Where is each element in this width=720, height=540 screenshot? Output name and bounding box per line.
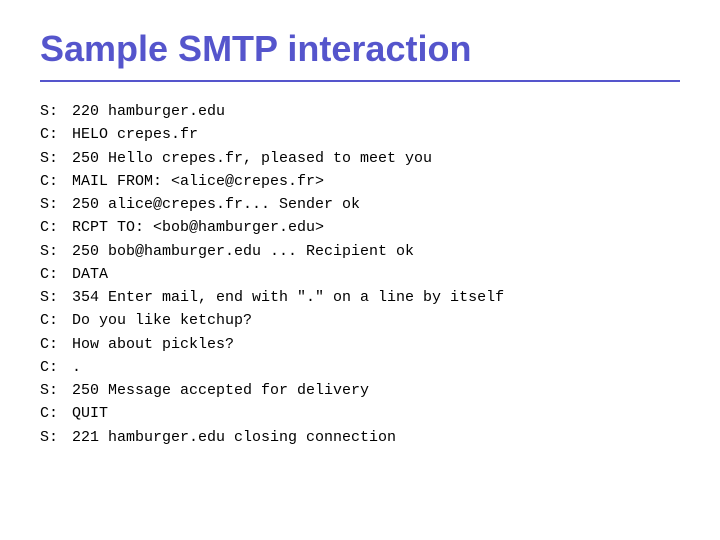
smtp-content: S:220 hamburger.eduC:HELO crepes.frS:250… xyxy=(40,100,680,449)
smtp-text: 354 Enter mail, end with "." on a line b… xyxy=(72,286,680,309)
smtp-prefix: S: xyxy=(40,240,72,263)
smtp-prefix: C: xyxy=(40,402,72,425)
smtp-prefix: C: xyxy=(40,333,72,356)
smtp-prefix: S: xyxy=(40,426,72,449)
smtp-text: 220 hamburger.edu xyxy=(72,100,680,123)
smtp-prefix: C: xyxy=(40,356,72,379)
smtp-text: QUIT xyxy=(72,402,680,425)
smtp-text: Do you like ketchup? xyxy=(72,309,680,332)
smtp-prefix: S: xyxy=(40,286,72,309)
smtp-prefix: S: xyxy=(40,379,72,402)
smtp-prefix: S: xyxy=(40,100,72,123)
smtp-line: C:. xyxy=(40,356,680,379)
smtp-prefix: C: xyxy=(40,309,72,332)
smtp-prefix: C: xyxy=(40,123,72,146)
smtp-line: C:HELO crepes.fr xyxy=(40,123,680,146)
smtp-text: 250 Hello crepes.fr, pleased to meet you xyxy=(72,147,680,170)
smtp-text: How about pickles? xyxy=(72,333,680,356)
smtp-text: RCPT TO: <bob@hamburger.edu> xyxy=(72,216,680,239)
smtp-text: 250 Message accepted for delivery xyxy=(72,379,680,402)
smtp-line: S:221 hamburger.edu closing connection xyxy=(40,426,680,449)
smtp-prefix: C: xyxy=(40,216,72,239)
smtp-line: C:MAIL FROM: <alice@crepes.fr> xyxy=(40,170,680,193)
smtp-line: S:250 Message accepted for delivery xyxy=(40,379,680,402)
smtp-line: S:220 hamburger.edu xyxy=(40,100,680,123)
smtp-text: 250 alice@crepes.fr... Sender ok xyxy=(72,193,680,216)
smtp-prefix: C: xyxy=(40,263,72,286)
smtp-line: C: How about pickles? xyxy=(40,333,680,356)
smtp-line: C:QUIT xyxy=(40,402,680,425)
smtp-text: MAIL FROM: <alice@crepes.fr> xyxy=(72,170,680,193)
smtp-prefix: C: xyxy=(40,170,72,193)
smtp-prefix: S: xyxy=(40,193,72,216)
smtp-line: S:250 Hello crepes.fr, pleased to meet y… xyxy=(40,147,680,170)
smtp-line: C:RCPT TO: <bob@hamburger.edu> xyxy=(40,216,680,239)
slide-title: Sample SMTP interaction xyxy=(40,28,680,70)
smtp-text: . xyxy=(72,356,680,379)
smtp-text: 221 hamburger.edu closing connection xyxy=(72,426,680,449)
smtp-text: DATA xyxy=(72,263,680,286)
smtp-line: S:250 alice@crepes.fr... Sender ok xyxy=(40,193,680,216)
smtp-line: S:250 bob@hamburger.edu ... Recipient ok xyxy=(40,240,680,263)
smtp-prefix: S: xyxy=(40,147,72,170)
smtp-line: S:354 Enter mail, end with "." on a line… xyxy=(40,286,680,309)
smtp-text: HELO crepes.fr xyxy=(72,123,680,146)
smtp-line: C:Do you like ketchup? xyxy=(40,309,680,332)
smtp-text: 250 bob@hamburger.edu ... Recipient ok xyxy=(72,240,680,263)
slide: Sample SMTP interaction S:220 hamburger.… xyxy=(0,0,720,540)
smtp-line: C:DATA xyxy=(40,263,680,286)
title-divider xyxy=(40,80,680,82)
